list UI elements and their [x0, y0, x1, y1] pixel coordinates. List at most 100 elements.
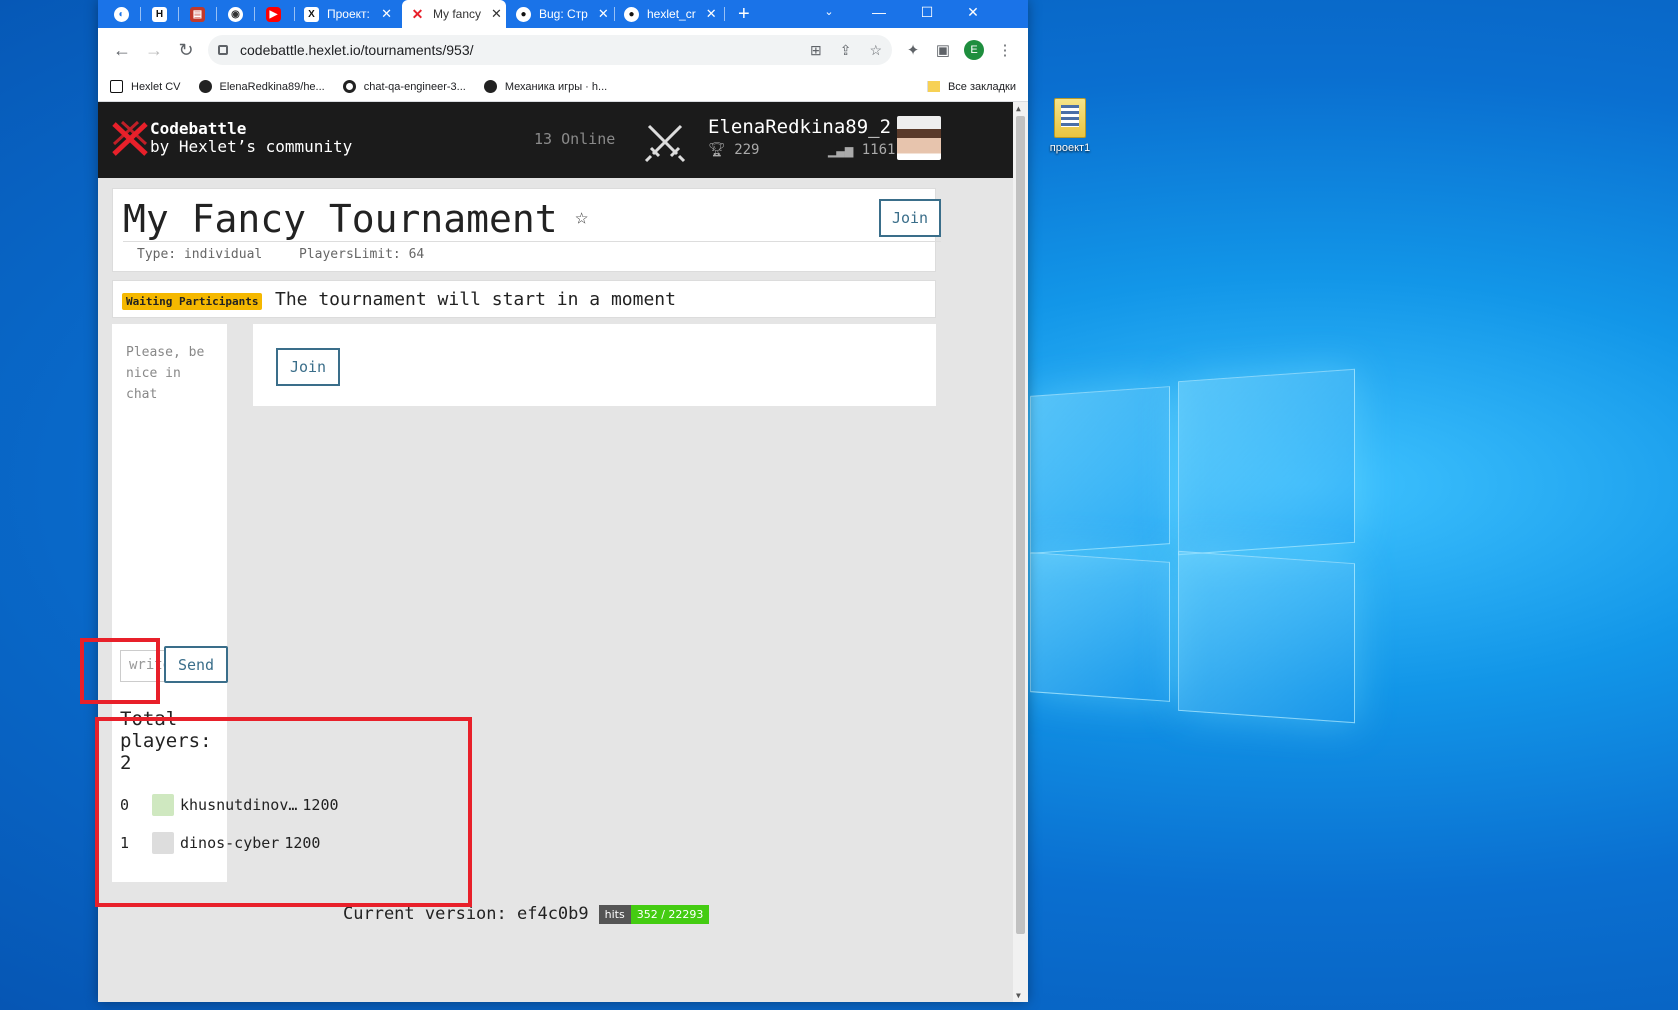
compass-icon: ◉ [228, 6, 243, 22]
join-button-main[interactable]: Join [276, 348, 340, 386]
bookmarks-bar: Hexlet CV ElenaRedkina89/he... chat-qa-e… [98, 72, 1028, 102]
tab-label: hexlet_cr [647, 7, 696, 21]
tab-search-icon[interactable]: ⌄ [806, 0, 852, 28]
hits-label: hits [598, 904, 631, 924]
bookmark-mechanics[interactable]: Механика игры · h... [483, 80, 608, 93]
reload-icon[interactable]: ↻ [170, 34, 202, 66]
version-text: Current version: ef4c0b9 [343, 904, 589, 924]
tab-label: Bug: Стр [539, 7, 588, 21]
windows-logo [1030, 365, 1355, 728]
send-button[interactable]: Send [164, 646, 228, 683]
scroll-down-icon[interactable]: ▼ [1016, 991, 1021, 1000]
trophy-stat: 🏆︎ 229 [708, 142, 760, 158]
bookmark-star-icon[interactable]: ☆ [869, 42, 882, 59]
status-card: Waiting Participants The tournament will… [112, 280, 936, 318]
close-icon[interactable]: ✕ [588, 6, 609, 22]
chat-hint: Please, be nice in chat [126, 345, 205, 402]
side-panel-icon[interactable]: ▣ [928, 41, 958, 59]
new-tab-button[interactable]: + [730, 0, 760, 28]
chart-icon: ▁▃▅ [828, 142, 862, 158]
user-avatar[interactable] [897, 116, 941, 160]
url-text[interactable]: codebattle.hexlet.io/tournaments/953/ [240, 42, 474, 58]
all-bookmarks-label: Все закладки [947, 80, 1016, 93]
trophy-icon: 🏆︎ [708, 142, 735, 158]
hexlet-icon: H [152, 6, 167, 22]
tournament-title: My Fancy Tournament [123, 197, 558, 241]
circle-globe-icon: ◐ [114, 6, 129, 22]
all-bookmarks[interactable]: Все закладки [926, 80, 1016, 93]
rating-value: 1161 [861, 142, 896, 158]
tab-codebattle[interactable]: ✕ My fancy ✕ [402, 0, 506, 28]
minimize-icon[interactable]: — [856, 0, 902, 28]
scroll-up-icon[interactable]: ▲ [1016, 104, 1021, 113]
tab-pinned-5[interactable]: ▶ [258, 0, 290, 28]
profile-avatar[interactable]: E [964, 40, 984, 60]
x-icon: X [304, 6, 319, 22]
status-message: The tournament will start in a moment [275, 289, 676, 310]
maximize-icon[interactable]: ☐ [904, 0, 950, 28]
extensions-icon[interactable]: ✦ [898, 41, 928, 59]
translate-icon[interactable]: ⊞ [810, 42, 822, 59]
tab-pinned-4[interactable]: ◉ [220, 0, 250, 28]
codebattle-logo-icon[interactable] [112, 120, 148, 158]
bookmark-chat-qa[interactable]: chat-qa-engineer-3... [342, 80, 466, 93]
status-badge: Waiting Participants [122, 293, 263, 310]
book-icon: ▤ [190, 6, 205, 22]
bookmark-label: Механика игры · h... [504, 80, 608, 93]
online-count: 13 Online [534, 130, 616, 148]
tab-pinned-1[interactable]: ◐ [106, 0, 136, 28]
globe-icon [342, 80, 356, 93]
folder-icon [926, 81, 940, 92]
star-icon[interactable]: ☆ [575, 205, 588, 230]
site-header: Codebattle by Hexlet’s community 13 Onli… [98, 102, 1013, 178]
annotation-box-chat-input [80, 638, 160, 704]
desktop-folder-icon[interactable]: проект1 [1040, 98, 1100, 154]
close-icon[interactable]: ✕ [371, 6, 392, 22]
menu-icon[interactable]: ⋮ [990, 41, 1020, 59]
brand-subtitle[interactable]: by Hexlet’s community [150, 137, 352, 156]
crossed-swords-icon[interactable] [643, 120, 687, 164]
tournament-header-card: My Fancy Tournament ☆ Join Type: individ… [112, 188, 941, 272]
tab-bug[interactable]: ● Bug: Стр ✕ [508, 0, 612, 28]
hits-badge: hits 352 / 22293 [598, 904, 710, 924]
tournament-type: Type: individual [137, 247, 263, 262]
players-limit: PlayersLimit: 64 [299, 247, 425, 262]
bookmark-label: chat-qa-engineer-3... [363, 80, 466, 93]
tab-pinned-3[interactable]: ▤ [182, 0, 212, 28]
tab-hexlet-cr[interactable]: ● hexlet_cr ✕ [616, 0, 720, 28]
bookmark-github-repo[interactable]: ElenaRedkina89/he... [198, 80, 325, 93]
back-icon[interactable]: ← [106, 34, 138, 66]
tab-label: Проект: [327, 7, 370, 21]
github-icon [198, 80, 212, 93]
github-icon [483, 80, 497, 93]
browser-toolbar: ← → ↻ codebattle.hexlet.io/tournaments/9… [98, 28, 1028, 72]
tab-project[interactable]: X Проект: ✕ [296, 0, 400, 28]
github-icon: ● [516, 6, 531, 22]
tab-label: My fancy [433, 7, 482, 21]
brand-name[interactable]: Codebattle [150, 119, 246, 138]
trophy-count: 229 [734, 142, 760, 158]
share-icon[interactable]: ⇪ [840, 42, 852, 59]
hits-value: 352 / 22293 [630, 904, 710, 924]
user-name[interactable]: ElenaRedkina89_2 [708, 116, 891, 138]
annotation-box-players [95, 717, 472, 907]
tab-pinned-2[interactable]: H [144, 0, 174, 28]
divider [123, 241, 941, 242]
youtube-icon: ▶ [266, 6, 281, 22]
window-close-icon[interactable]: ✕ [950, 0, 996, 28]
forward-icon[interactable]: → [138, 34, 170, 66]
codebattle-icon: ✕ [411, 5, 424, 22]
github-icon: ● [624, 6, 639, 22]
bookmark-label: Hexlet CV [131, 80, 181, 93]
page-scrollbar[interactable]: ▲ ▼ [1013, 102, 1028, 1002]
address-bar[interactable]: codebattle.hexlet.io/tournaments/953/ ⊞ … [208, 35, 892, 65]
rating-stat: ▁▃▅ 1161 [828, 142, 895, 158]
bookmark-hexlet-cv[interactable]: Hexlet CV [110, 80, 181, 93]
close-icon[interactable]: ✕ [481, 6, 502, 22]
lock-icon[interactable] [218, 45, 228, 55]
join-button-header[interactable]: Join [879, 199, 941, 237]
document-icon [1054, 98, 1086, 138]
close-icon[interactable]: ✕ [696, 6, 717, 22]
main-panel: Join [253, 324, 936, 406]
scroll-thumb[interactable] [1016, 116, 1025, 934]
